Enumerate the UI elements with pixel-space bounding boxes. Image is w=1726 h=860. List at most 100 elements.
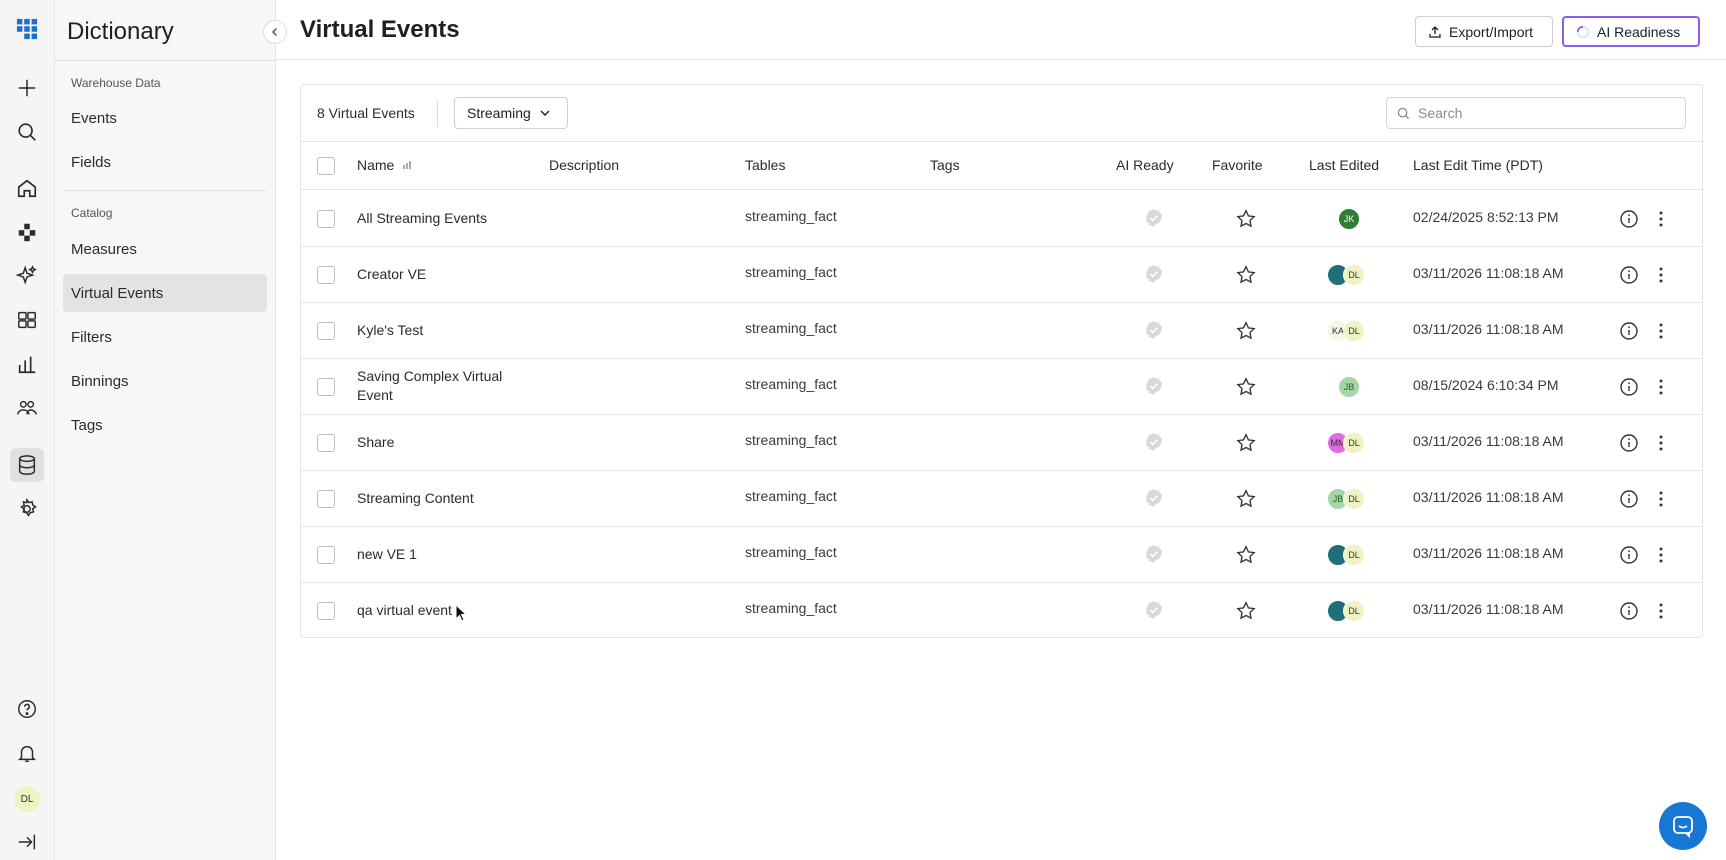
favorite-star-icon[interactable]	[1235, 488, 1257, 510]
info-icon[interactable]	[1619, 489, 1639, 509]
export-import-button[interactable]: Export/Import	[1415, 16, 1553, 47]
table-row[interactable]: qa virtual event streaming_fact DL 03/11…	[301, 583, 1702, 639]
info-icon[interactable]	[1619, 377, 1639, 397]
editor-avatar[interactable]: JK	[1338, 208, 1360, 230]
bell-icon[interactable]	[10, 736, 44, 770]
table-row[interactable]: Saving Complex Virtual Event streaming_f…	[301, 359, 1702, 415]
editor-avatar[interactable]: DL	[1343, 320, 1365, 342]
event-name[interactable]: qa virtual event	[357, 601, 527, 620]
info-icon[interactable]	[1619, 601, 1639, 621]
gear-icon[interactable]	[10, 492, 44, 526]
event-table: streaming_fact	[745, 432, 837, 448]
editor-avatar[interactable]: DL	[1343, 264, 1365, 286]
info-icon[interactable]	[1619, 321, 1639, 341]
column-header-last-edited[interactable]: Last Edited	[1309, 157, 1379, 173]
editor-avatar[interactable]: DL	[1343, 488, 1365, 510]
table-row[interactable]: Share streaming_fact MM DL 03/11/2026 11:…	[301, 415, 1702, 471]
last-edited-avatars: DL	[1327, 544, 1365, 566]
favorite-star-icon[interactable]	[1235, 208, 1257, 230]
event-table: streaming_fact	[745, 600, 837, 616]
ai-ready-check-icon	[1146, 377, 1162, 395]
row-checkbox[interactable]	[317, 378, 335, 396]
row-checkbox[interactable]	[317, 266, 335, 284]
row-checkbox[interactable]	[317, 490, 335, 508]
chat-icon	[1673, 816, 1693, 838]
chart-icon[interactable]	[10, 347, 44, 381]
favorite-star-icon[interactable]	[1235, 376, 1257, 398]
help-icon[interactable]	[10, 692, 44, 726]
row-checkbox[interactable]	[317, 210, 335, 228]
info-icon[interactable]	[1619, 433, 1639, 453]
favorite-star-icon[interactable]	[1235, 320, 1257, 342]
editor-avatar[interactable]: DL	[1343, 600, 1365, 622]
editor-avatar[interactable]: JB	[1338, 376, 1360, 398]
table-row[interactable]: Kyle's Test streaming_fact KA DL 03/11/20…	[301, 303, 1702, 359]
sidebar-item-binnings[interactable]: Binnings	[63, 362, 267, 400]
sidebar-item-fields[interactable]: Fields	[63, 143, 267, 181]
info-icon[interactable]	[1619, 545, 1639, 565]
event-name[interactable]: Creator VE	[357, 265, 527, 284]
chat-launcher-button[interactable]	[1659, 802, 1707, 850]
more-options-icon[interactable]	[1651, 433, 1671, 453]
more-options-icon[interactable]	[1651, 321, 1671, 341]
more-options-icon[interactable]	[1651, 377, 1671, 397]
table-row[interactable]: Streaming Content streaming_fact JB DL 03…	[301, 471, 1702, 527]
user-avatar[interactable]: DL	[14, 786, 40, 812]
expand-icon[interactable]	[10, 825, 44, 859]
more-options-icon[interactable]	[1651, 601, 1671, 621]
column-header-ai-ready[interactable]: AI Ready	[1116, 157, 1174, 173]
column-header-tables[interactable]: Tables	[745, 157, 785, 173]
search-box[interactable]	[1386, 97, 1686, 129]
event-name[interactable]: new VE 1	[357, 545, 527, 564]
event-name[interactable]: Kyle's Test	[357, 321, 527, 340]
apps-grid-icon[interactable]	[10, 12, 44, 46]
ai-readiness-label: AI Readiness	[1597, 23, 1681, 40]
row-checkbox[interactable]	[317, 322, 335, 340]
column-header-favorite[interactable]: Favorite	[1212, 157, 1263, 173]
event-name[interactable]: Share	[357, 433, 527, 452]
more-options-icon[interactable]	[1651, 209, 1671, 229]
select-all-checkbox[interactable]	[317, 157, 335, 175]
editor-avatar[interactable]: DL	[1343, 544, 1365, 566]
favorite-star-icon[interactable]	[1235, 264, 1257, 286]
row-checkbox[interactable]	[317, 434, 335, 452]
stream-filter-dropdown[interactable]: Streaming	[454, 97, 568, 129]
table-row[interactable]: All Streaming Events streaming_fact JK 0…	[301, 191, 1702, 247]
home-icon[interactable]	[10, 171, 44, 205]
plus-icon[interactable]	[10, 71, 44, 105]
sidebar-item-measures[interactable]: Measures	[63, 230, 267, 268]
row-checkbox[interactable]	[317, 602, 335, 620]
favorite-star-icon[interactable]	[1235, 600, 1257, 622]
users-icon[interactable]	[10, 391, 44, 425]
search-input[interactable]	[1418, 105, 1668, 121]
favorite-star-icon[interactable]	[1235, 432, 1257, 454]
event-name[interactable]: Streaming Content	[357, 489, 527, 508]
sidebar-item-virtual-events[interactable]: Virtual Events	[63, 274, 267, 312]
info-icon[interactable]	[1619, 265, 1639, 285]
more-options-icon[interactable]	[1651, 489, 1671, 509]
dashboard-icon[interactable]	[10, 303, 44, 337]
event-name[interactable]: All Streaming Events	[357, 209, 527, 228]
more-options-icon[interactable]	[1651, 545, 1671, 565]
last-edited-avatars: KA DL	[1327, 320, 1365, 342]
more-options-icon[interactable]	[1651, 265, 1671, 285]
column-header-name[interactable]: Name	[357, 157, 413, 173]
ai-readiness-button[interactable]: AI Readiness	[1562, 16, 1700, 47]
database-icon[interactable]	[10, 448, 44, 482]
row-checkbox[interactable]	[317, 546, 335, 564]
editor-avatar[interactable]: DL	[1343, 432, 1365, 454]
column-header-description[interactable]: Description	[549, 157, 619, 173]
table-row[interactable]: Creator VE streaming_fact DL 03/11/2026 …	[301, 247, 1702, 303]
table-row[interactable]: new VE 1 streaming_fact DL 03/11/2026 11…	[301, 527, 1702, 583]
column-header-tags[interactable]: Tags	[930, 157, 960, 173]
search-icon[interactable]	[10, 115, 44, 149]
nodes-icon[interactable]	[10, 215, 44, 249]
sidebar-item-events[interactable]: Events	[63, 99, 267, 137]
event-name[interactable]: Saving Complex Virtual Event	[357, 367, 527, 405]
sparkle-icon[interactable]	[10, 259, 44, 293]
sidebar-item-filters[interactable]: Filters	[63, 318, 267, 356]
column-header-last-edit-time[interactable]: Last Edit Time (PDT)	[1413, 157, 1543, 173]
info-icon[interactable]	[1619, 209, 1639, 229]
sidebar-item-tags[interactable]: Tags	[63, 406, 267, 444]
favorite-star-icon[interactable]	[1235, 544, 1257, 566]
